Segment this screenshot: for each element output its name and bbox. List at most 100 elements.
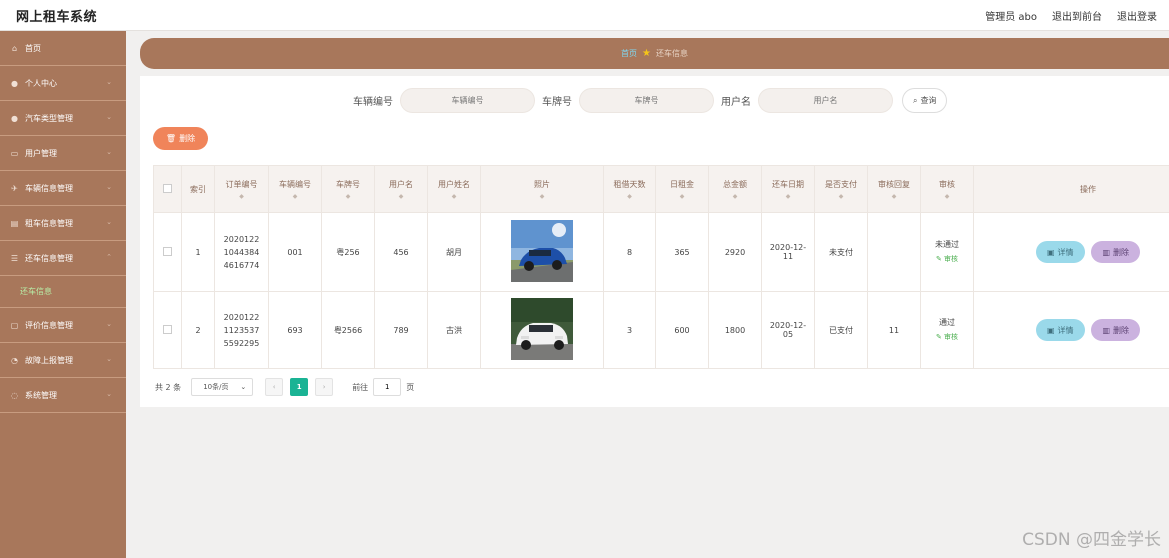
cell-audit: 未通过 ✎ 审核 xyxy=(920,212,974,292)
sidebar-item-user-management[interactable]: ▭ 用户管理 ⌄ xyxy=(0,136,126,171)
breadcrumb-home-link[interactable]: 首页 xyxy=(621,48,637,59)
detail-button[interactable]: ▣ 详情 xyxy=(1035,241,1085,263)
sidebar-item-vehicle-info[interactable]: ✈ 车辆信息管理 ⌄ xyxy=(0,171,126,206)
sort-icon[interactable]: ◆ xyxy=(428,193,480,200)
cell-reply: 11 xyxy=(867,291,921,369)
audit-link[interactable]: ✎ 审核 xyxy=(921,330,973,345)
row-checkbox[interactable] xyxy=(163,246,172,256)
back-to-front-link[interactable]: 退出到前台 xyxy=(1052,8,1102,23)
column-header: 操作 xyxy=(973,165,1169,213)
row-select-cell[interactable] xyxy=(153,212,182,292)
plate-input[interactable] xyxy=(579,88,714,113)
cell-return-date: 2020-12- 11 xyxy=(761,212,815,292)
row-checkbox[interactable] xyxy=(163,324,172,334)
document-icon: ▣ xyxy=(1046,247,1055,257)
column-header[interactable]: 审核 ◆ xyxy=(920,165,974,213)
sidebar-item-review-info[interactable]: ▢ 评价信息管理 ⌄ xyxy=(0,308,126,343)
logout-link[interactable]: 退出登录 xyxy=(1117,8,1157,23)
sort-icon[interactable]: ◆ xyxy=(709,193,761,200)
column-header[interactable]: 是否支付 ◆ xyxy=(814,165,868,213)
column-header[interactable]: 车牌号 ◆ xyxy=(321,165,375,213)
page-number-current[interactable]: 1 xyxy=(290,378,309,396)
submenu-item-return-info[interactable]: 还车信息 xyxy=(0,276,126,308)
column-header[interactable]: 用户名 ◆ xyxy=(374,165,428,213)
sidebar-item-label: 汽车类型管理 xyxy=(25,113,73,123)
column-header[interactable]: 还车日期 ◆ xyxy=(761,165,815,213)
column-header[interactable]: 订单编号 ◆ xyxy=(214,165,269,213)
chevron-down-icon: ⌄ xyxy=(106,78,112,86)
column-header[interactable]: 审核回复 ◆ xyxy=(867,165,921,213)
sidebar-item-return-info[interactable]: ☰ 还车信息管理 ⌃ xyxy=(0,241,126,276)
plate-label: 车牌号 xyxy=(542,97,572,108)
sort-icon[interactable]: ◆ xyxy=(269,193,321,200)
car-photo-blue xyxy=(511,220,573,282)
sort-icon[interactable]: ◆ xyxy=(762,193,814,200)
column-header-label: 用户名 xyxy=(389,179,413,189)
sidebar-item-rental-info[interactable]: ▤ 租车信息管理 ⌄ xyxy=(0,206,126,241)
trash-icon: 🗑︎ xyxy=(165,134,177,143)
audit-link[interactable]: ✎ 审核 xyxy=(921,252,973,267)
cell-vehicle-no: 001 xyxy=(268,212,322,292)
column-header[interactable]: 车辆编号 ◆ xyxy=(268,165,322,213)
sidebar-item-home[interactable]: ⌂ 首页 xyxy=(0,31,126,66)
select-all-checkbox[interactable] xyxy=(163,183,172,193)
sort-icon[interactable]: ◆ xyxy=(481,193,603,200)
cell-index: 1 xyxy=(181,212,215,292)
column-header: 索引 xyxy=(181,165,215,213)
sidebar-item-label: 故障上报管理 xyxy=(25,355,73,365)
detail-button-label: 详情 xyxy=(1057,325,1074,335)
goto-page-input[interactable] xyxy=(373,378,402,396)
total-count: 共 2 条 xyxy=(155,382,182,392)
cell-actions: ▣ 详情 ▥ 删除 xyxy=(973,212,1169,292)
sidebar-item-fault-report[interactable]: ◔ 故障上报管理 ⌄ xyxy=(0,343,126,378)
column-header[interactable]: 租借天数 ◆ xyxy=(603,165,656,213)
main-panel: 车辆编号 车牌号 用户名 ⌕ 查询 🗑︎ 删除 索引 订单编号 ◆ 车辆编号 ◆ 车… xyxy=(140,76,1169,407)
detail-button[interactable]: ▣ 详情 xyxy=(1035,319,1085,341)
sort-icon[interactable]: ◆ xyxy=(656,193,708,200)
column-header[interactable]: 日租金 ◆ xyxy=(655,165,709,213)
page-size-value: 10条/页 xyxy=(203,383,229,391)
query-button[interactable]: ⌕ 查询 xyxy=(902,88,948,113)
settings-icon: ◌ xyxy=(11,390,18,400)
row-select-cell[interactable] xyxy=(153,291,182,369)
next-page-button[interactable]: › xyxy=(315,378,334,396)
sidebar-item-label: 系统管理 xyxy=(25,390,57,400)
sidebar-item-label: 评价信息管理 xyxy=(25,320,73,330)
prev-page-button[interactable]: ‹ xyxy=(265,378,284,396)
warning-icon: ◔ xyxy=(11,355,18,365)
search-icon: ⌕ xyxy=(913,95,918,105)
column-header[interactable]: 总金额 ◆ xyxy=(708,165,762,213)
sort-icon[interactable]: ◆ xyxy=(604,193,655,200)
page-suffix: 页 xyxy=(406,382,415,392)
breadcrumb: 首页 ★ 还车信息 xyxy=(140,38,1169,69)
column-header[interactable]: 照片 ◆ xyxy=(480,165,604,213)
sidebar-item-label: 还车信息管理 xyxy=(25,253,73,263)
building-icon: ▤ xyxy=(10,218,19,228)
sort-icon[interactable]: ◆ xyxy=(215,193,268,200)
cell-order-no: 2020122 1044384 4616774 xyxy=(214,212,269,292)
chevron-down-icon: ⌄ xyxy=(106,218,112,226)
sidebar-item-system[interactable]: ◌ 系统管理 ⌄ xyxy=(0,378,126,413)
sort-icon[interactable]: ◆ xyxy=(868,193,920,200)
column-header-label: 是否支付 xyxy=(825,179,857,189)
sort-icon[interactable]: ◆ xyxy=(921,193,973,200)
select-all-header[interactable] xyxy=(153,165,182,213)
sort-icon[interactable]: ◆ xyxy=(815,193,867,200)
delete-button[interactable]: ▥ 删除 xyxy=(1091,241,1141,263)
cell-days: 3 xyxy=(603,291,656,369)
sort-icon[interactable]: ◆ xyxy=(322,193,374,200)
return-date-line: 2020-12- xyxy=(769,321,807,330)
page-size-select[interactable]: 10条/页 ⌄ xyxy=(191,378,254,396)
sidebar-item-label: 车辆信息管理 xyxy=(25,183,73,193)
delete-button-label: 删除 xyxy=(1113,247,1130,257)
order-no-line: 5592295 xyxy=(223,338,260,348)
sidebar-item-car-type[interactable]: ● 汽车类型管理 ⌄ xyxy=(0,101,126,136)
username-input[interactable] xyxy=(758,88,893,113)
column-header[interactable]: 用户姓名 ◆ xyxy=(427,165,481,213)
sidebar-item-personal-center[interactable]: ● 个人中心 ⌄ xyxy=(0,66,126,101)
vehicle-no-input[interactable] xyxy=(400,88,535,113)
sort-icon[interactable]: ◆ xyxy=(375,193,427,200)
delete-button[interactable]: ▥ 删除 xyxy=(1091,319,1141,341)
sidebar: ⌂ 首页 ● 个人中心 ⌄ ● 汽车类型管理 ⌄ ▭ 用户管理 ⌄ ✈ 车辆信息… xyxy=(0,31,126,558)
batch-delete-button[interactable]: 🗑︎ 删除 xyxy=(153,127,208,150)
